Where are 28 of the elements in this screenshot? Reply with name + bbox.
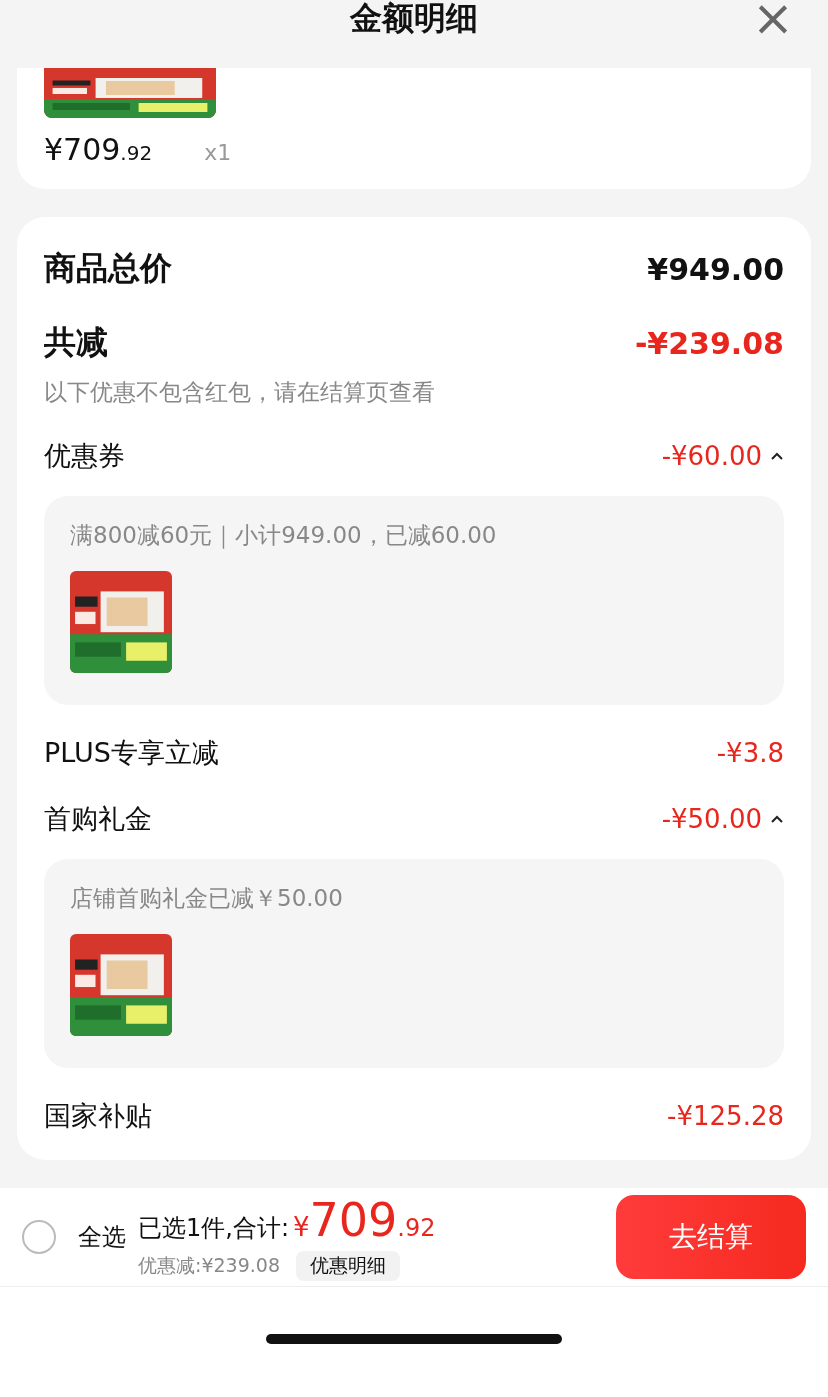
- price-label: 国家补贴: [44, 1099, 152, 1133]
- detail-text: 满800减60元｜小计949.00，已减60.00: [70, 521, 498, 551]
- sheet-title: 金额明细: [350, 0, 478, 36]
- price-amount: -¥60.00: [661, 441, 762, 471]
- saved-amount: 优惠减:¥239.08: [138, 1253, 280, 1278]
- price-label: 首购礼金: [44, 802, 152, 836]
- price-amount: -¥125.28: [667, 1101, 784, 1131]
- select-all-radio[interactable]: [22, 1220, 56, 1254]
- price-label: 商品总价: [44, 248, 172, 289]
- price-label: 优惠券: [44, 439, 125, 473]
- price-amount: -¥3.8: [716, 738, 784, 768]
- product-price: ¥709.92: [44, 132, 153, 167]
- note-text: 以下优惠不包含红包，请在结算页查看: [44, 378, 436, 407]
- close-button[interactable]: ×: [752, 0, 794, 42]
- quantity: x1: [204, 140, 232, 165]
- total-price: ¥709.92: [293, 1193, 436, 1247]
- details-button[interactable]: 优惠明细: [296, 1251, 400, 1281]
- price-amount: -¥239.08: [634, 325, 784, 361]
- caret-up-icon[interactable]: [770, 814, 784, 824]
- summary-text: 已选1件,合计:: [138, 1213, 289, 1244]
- checkout-button[interactable]: 去结算: [616, 1195, 806, 1279]
- caret-up-icon[interactable]: [770, 451, 784, 461]
- select-all-label[interactable]: 全选: [78, 1221, 126, 1253]
- price-label: 共减: [44, 322, 108, 363]
- price-amount: -¥50.00: [661, 804, 762, 834]
- price-amount: ¥949.00: [647, 251, 784, 287]
- price-label: PLUS专享立减: [44, 736, 219, 770]
- detail-text: 店铺首购礼金已减￥50.00: [70, 884, 344, 913]
